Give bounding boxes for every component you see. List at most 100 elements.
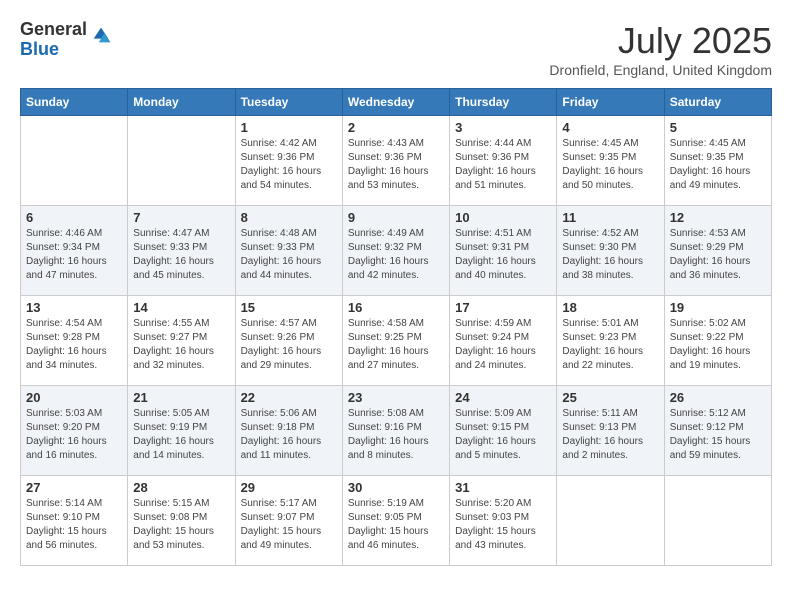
calendar-cell: 1 Sunrise: 4:42 AMSunset: 9:36 PMDaylight… xyxy=(235,116,342,206)
calendar-cell: 6Sunrise: 4:46 AMSunset: 9:34 PMDaylight… xyxy=(21,206,128,296)
day-number: 15 xyxy=(241,300,337,315)
day-number: 24 xyxy=(455,390,551,405)
day-info: Sunrise: 4:43 AMSunset: 9:36 PMDaylight:… xyxy=(348,137,444,193)
calendar-cell: 28Sunrise: 5:15 AMSunset: 9:08 PMDayligh… xyxy=(128,476,235,566)
calendar-cell: 22 Sunrise: 5:06 AMSunset: 9:18 PMDayligh… xyxy=(235,386,342,476)
calendar-cell: 14Sunrise: 4:55 AMSunset: 9:27 PMDayligh… xyxy=(128,296,235,386)
calendar-cell: 5 Sunrise: 4:45 AMSunset: 9:35 PMDaylight… xyxy=(664,116,771,206)
day-number: 25 xyxy=(562,390,658,405)
day-info: Sunrise: 4:53 AMSunset: 9:29 PMDaylight:… xyxy=(670,227,766,283)
day-info: Sunrise: 4:54 AMSunset: 9:28 PMDaylight:… xyxy=(26,317,122,373)
location-subtitle: Dronfield, England, United Kingdom xyxy=(549,62,772,78)
day-info: Sunrise: 4:59 AMSunset: 9:24 PMDaylight:… xyxy=(455,317,551,373)
day-info: Sunrise: 4:48 AMSunset: 9:33 PMDaylight:… xyxy=(241,227,337,283)
day-number: 23 xyxy=(348,390,444,405)
calendar-cell xyxy=(664,476,771,566)
calendar-cell: 7 Sunrise: 4:47 AMSunset: 9:33 PMDaylight… xyxy=(128,206,235,296)
calendar-cell: 11 Sunrise: 4:52 AMSunset: 9:30 PMDayligh… xyxy=(557,206,664,296)
day-info: Sunrise: 5:09 AMSunset: 9:15 PMDaylight:… xyxy=(455,407,551,463)
day-number: 29 xyxy=(241,480,337,495)
calendar-cell: 2 Sunrise: 4:43 AMSunset: 9:36 PMDaylight… xyxy=(342,116,449,206)
day-info: Sunrise: 4:58 AMSunset: 9:25 PMDaylight:… xyxy=(348,317,444,373)
day-number: 22 xyxy=(241,390,337,405)
calendar-cell: 21 Sunrise: 5:05 AMSunset: 9:19 PMDayligh… xyxy=(128,386,235,476)
page-header: General Blue July 2025 Dronfield, Englan… xyxy=(20,20,772,78)
calendar-cell: 9Sunrise: 4:49 AMSunset: 9:32 PMDaylight… xyxy=(342,206,449,296)
day-number: 19 xyxy=(670,300,766,315)
calendar-cell: 29 Sunrise: 5:17 AMSunset: 9:07 PMDayligh… xyxy=(235,476,342,566)
calendar-cell: 23 Sunrise: 5:08 AMSunset: 9:16 PMDayligh… xyxy=(342,386,449,476)
calendar-week-row: 1 Sunrise: 4:42 AMSunset: 9:36 PMDaylight… xyxy=(21,116,772,206)
day-info: Sunrise: 5:05 AMSunset: 9:19 PMDaylight:… xyxy=(133,407,229,463)
calendar-week-row: 6Sunrise: 4:46 AMSunset: 9:34 PMDaylight… xyxy=(21,206,772,296)
day-info: Sunrise: 5:08 AMSunset: 9:16 PMDaylight:… xyxy=(348,407,444,463)
calendar-week-row: 20 Sunrise: 5:03 AMSunset: 9:20 PMDayligh… xyxy=(21,386,772,476)
day-number: 3 xyxy=(455,120,551,135)
day-info: Sunrise: 4:42 AMSunset: 9:36 PMDaylight:… xyxy=(241,137,337,193)
column-header-wednesday: Wednesday xyxy=(342,89,449,116)
column-header-monday: Monday xyxy=(128,89,235,116)
day-number: 12 xyxy=(670,210,766,225)
column-header-saturday: Saturday xyxy=(664,89,771,116)
day-number: 18 xyxy=(562,300,658,315)
calendar-cell xyxy=(21,116,128,206)
calendar-week-row: 13 Sunrise: 4:54 AMSunset: 9:28 PMDayligh… xyxy=(21,296,772,386)
day-number: 30 xyxy=(348,480,444,495)
day-number: 8 xyxy=(241,210,337,225)
calendar-cell: 15Sunrise: 4:57 AMSunset: 9:26 PMDayligh… xyxy=(235,296,342,386)
day-info: Sunrise: 5:19 AMSunset: 9:05 PMDaylight:… xyxy=(348,497,444,553)
column-header-thursday: Thursday xyxy=(450,89,557,116)
day-number: 20 xyxy=(26,390,122,405)
calendar-week-row: 27 Sunrise: 5:14 AMSunset: 9:10 PMDayligh… xyxy=(21,476,772,566)
day-info: Sunrise: 5:06 AMSunset: 9:18 PMDaylight:… xyxy=(241,407,337,463)
calendar-cell: 13 Sunrise: 4:54 AMSunset: 9:28 PMDayligh… xyxy=(21,296,128,386)
calendar-header-row: SundayMondayTuesdayWednesdayThursdayFrid… xyxy=(21,89,772,116)
logo-general-text: General xyxy=(20,20,87,40)
day-number: 26 xyxy=(670,390,766,405)
day-info: Sunrise: 5:15 AMSunset: 9:08 PMDaylight:… xyxy=(133,497,229,553)
calendar-cell: 16Sunrise: 4:58 AMSunset: 9:25 PMDayligh… xyxy=(342,296,449,386)
logo-icon xyxy=(90,24,112,46)
day-info: Sunrise: 5:02 AMSunset: 9:22 PMDaylight:… xyxy=(670,317,766,373)
day-number: 7 xyxy=(133,210,229,225)
day-info: Sunrise: 4:47 AMSunset: 9:33 PMDaylight:… xyxy=(133,227,229,283)
day-info: Sunrise: 5:11 AMSunset: 9:13 PMDaylight:… xyxy=(562,407,658,463)
day-number: 4 xyxy=(562,120,658,135)
calendar-cell: 4 Sunrise: 4:45 AMSunset: 9:35 PMDaylight… xyxy=(557,116,664,206)
day-info: Sunrise: 4:52 AMSunset: 9:30 PMDaylight:… xyxy=(562,227,658,283)
day-number: 10 xyxy=(455,210,551,225)
calendar-cell: 27 Sunrise: 5:14 AMSunset: 9:10 PMDayligh… xyxy=(21,476,128,566)
calendar-cell xyxy=(128,116,235,206)
day-number: 21 xyxy=(133,390,229,405)
calendar-cell: 24 Sunrise: 5:09 AMSunset: 9:15 PMDayligh… xyxy=(450,386,557,476)
day-number: 27 xyxy=(26,480,122,495)
day-number: 2 xyxy=(348,120,444,135)
column-header-tuesday: Tuesday xyxy=(235,89,342,116)
day-number: 13 xyxy=(26,300,122,315)
calendar-table: SundayMondayTuesdayWednesdayThursdayFrid… xyxy=(20,88,772,566)
calendar-cell: 8 Sunrise: 4:48 AMSunset: 9:33 PMDaylight… xyxy=(235,206,342,296)
day-info: Sunrise: 5:03 AMSunset: 9:20 PMDaylight:… xyxy=(26,407,122,463)
calendar-cell: 18Sunrise: 5:01 AMSunset: 9:23 PMDayligh… xyxy=(557,296,664,386)
day-info: Sunrise: 5:12 AMSunset: 9:12 PMDaylight:… xyxy=(670,407,766,463)
day-number: 5 xyxy=(670,120,766,135)
calendar-cell: 17 Sunrise: 4:59 AMSunset: 9:24 PMDayligh… xyxy=(450,296,557,386)
day-number: 11 xyxy=(562,210,658,225)
day-number: 17 xyxy=(455,300,551,315)
logo: General Blue xyxy=(20,20,112,60)
calendar-cell xyxy=(557,476,664,566)
calendar-cell: 19 Sunrise: 5:02 AMSunset: 9:22 PMDayligh… xyxy=(664,296,771,386)
calendar-cell: 12 Sunrise: 4:53 AMSunset: 9:29 PMDayligh… xyxy=(664,206,771,296)
title-block: July 2025 Dronfield, England, United Kin… xyxy=(549,20,772,78)
calendar-cell: 30 Sunrise: 5:19 AMSunset: 9:05 PMDayligh… xyxy=(342,476,449,566)
day-info: Sunrise: 4:51 AMSunset: 9:31 PMDaylight:… xyxy=(455,227,551,283)
day-info: Sunrise: 5:17 AMSunset: 9:07 PMDaylight:… xyxy=(241,497,337,553)
column-header-friday: Friday xyxy=(557,89,664,116)
day-number: 1 xyxy=(241,120,337,135)
day-info: Sunrise: 5:14 AMSunset: 9:10 PMDaylight:… xyxy=(26,497,122,553)
day-info: Sunrise: 4:46 AMSunset: 9:34 PMDaylight:… xyxy=(26,227,122,283)
day-info: Sunrise: 4:45 AMSunset: 9:35 PMDaylight:… xyxy=(670,137,766,193)
day-info: Sunrise: 4:45 AMSunset: 9:35 PMDaylight:… xyxy=(562,137,658,193)
day-info: Sunrise: 4:55 AMSunset: 9:27 PMDaylight:… xyxy=(133,317,229,373)
calendar-cell: 3Sunrise: 4:44 AMSunset: 9:36 PMDaylight… xyxy=(450,116,557,206)
